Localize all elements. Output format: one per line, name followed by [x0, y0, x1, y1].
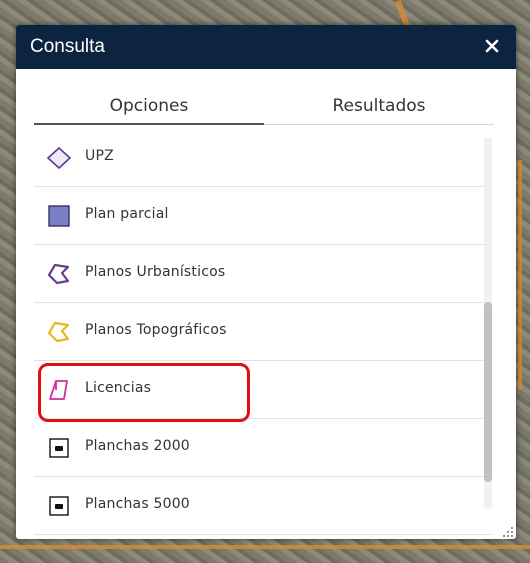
resize-grip-icon[interactable] — [502, 525, 514, 538]
map-road — [0, 545, 530, 549]
close-icon — [485, 39, 499, 53]
list-item-planos-urbanisticos[interactable]: Planos Urbanísticos — [34, 245, 492, 303]
tab-bar: Opciones Resultados — [34, 91, 494, 125]
tab-opciones[interactable]: Opciones — [34, 91, 264, 125]
polygon-outline-icon — [46, 262, 72, 286]
list-item-upz[interactable]: UPZ — [34, 129, 492, 187]
square-dot-icon — [46, 494, 72, 518]
close-button[interactable] — [480, 34, 504, 58]
highlight-annotation — [38, 363, 250, 422]
list-item-planos-topograficos[interactable]: Planos Topográficos — [34, 303, 492, 361]
layer-list: UPZ Plan parcial Planos Urbanísticos Pla… — [34, 129, 492, 535]
scrollbar-thumb[interactable] — [484, 302, 492, 482]
list-item-planchas-2000[interactable]: Planchas 2000 — [34, 419, 492, 477]
polygon-outline-icon — [46, 320, 72, 344]
list-item-label: UPZ — [85, 148, 114, 164]
dialog-title: Consulta — [30, 36, 105, 57]
query-dialog: Consulta Opciones Resultados UPZ Plan pa… — [16, 25, 516, 539]
list-item-label: Planchas 5000 — [85, 496, 190, 512]
list-item-label: Planos Topográficos — [85, 322, 227, 338]
list-item-label: Planos Urbanísticos — [85, 264, 226, 280]
tab-resultados[interactable]: Resultados — [264, 91, 494, 123]
filled-square-icon — [46, 204, 72, 228]
square-dot-icon — [46, 436, 72, 460]
dialog-header: Consulta — [16, 25, 516, 69]
list-item-label: Planchas 2000 — [85, 438, 190, 454]
list-item-plan-parcial[interactable]: Plan parcial — [34, 187, 492, 245]
list-item-label: Plan parcial — [85, 206, 169, 222]
map-road — [518, 160, 522, 390]
list-item-planchas-5000[interactable]: Planchas 5000 — [34, 477, 492, 535]
diamond-outline-icon — [46, 146, 72, 170]
